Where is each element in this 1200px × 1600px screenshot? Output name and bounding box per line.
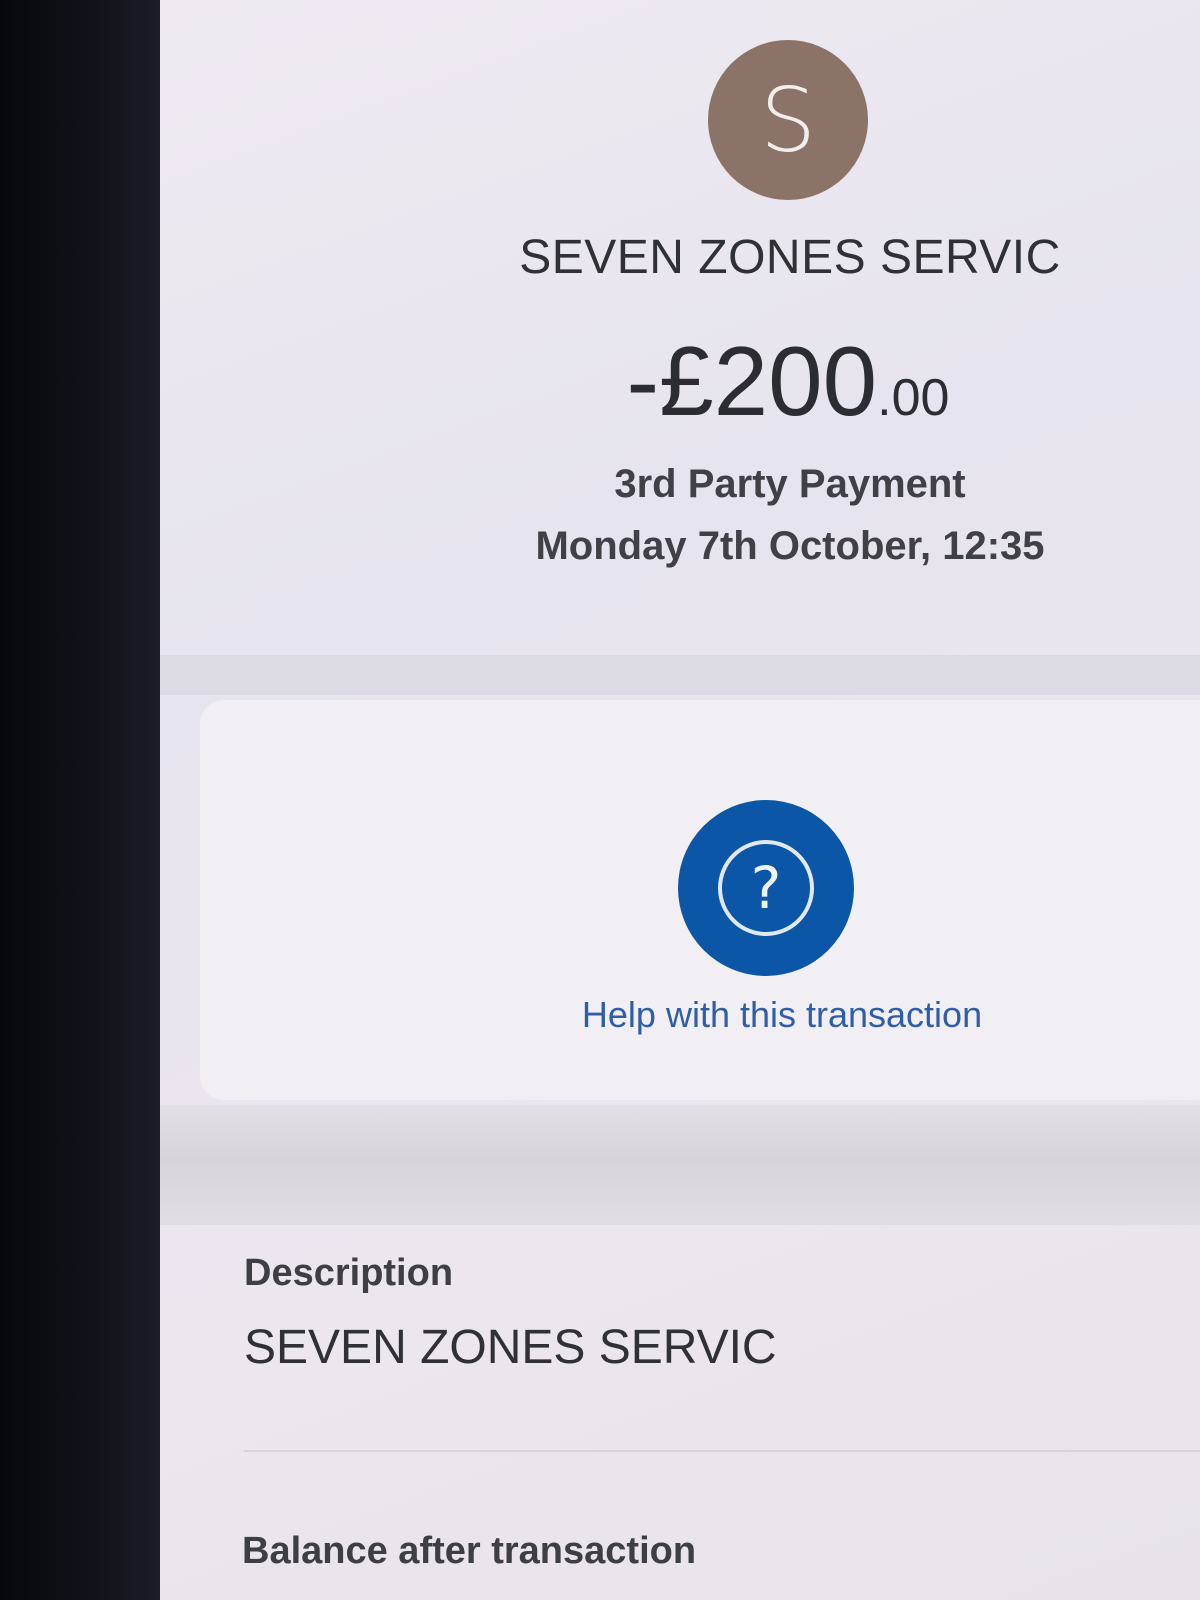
question-icon: ? — [718, 840, 814, 936]
avatar-letter: S — [760, 68, 816, 172]
transaction-datetime: Monday 7th October, 12:35 — [535, 524, 1045, 568]
merchant-avatar: S — [708, 40, 868, 200]
amount-main: -£200 — [626, 326, 878, 436]
description-label: Description — [244, 1252, 454, 1294]
description-value: SEVEN ZONES SERVIC — [244, 1321, 777, 1374]
transaction-amount: -£200.00 — [160, 325, 1200, 438]
help-with-transaction-link[interactable]: Help with this transaction — [160, 994, 1200, 1036]
row-divider — [244, 1450, 1200, 1452]
amount-pence: .00 — [877, 369, 950, 427]
merchant-name: SEVEN ZONES SERVIC — [519, 231, 1061, 284]
section-divider — [160, 1105, 1200, 1225]
balance-after-transaction-label: Balance after transaction — [242, 1530, 697, 1572]
help-button[interactable]: ? — [678, 800, 854, 976]
phone-bezel — [0, 0, 170, 1600]
transaction-detail-screen: S SEVEN ZONES SERVIC -£200.00 3rd Party … — [160, 0, 1200, 1600]
section-divider — [160, 655, 1200, 695]
transaction-type: 3rd Party Payment — [614, 462, 966, 506]
